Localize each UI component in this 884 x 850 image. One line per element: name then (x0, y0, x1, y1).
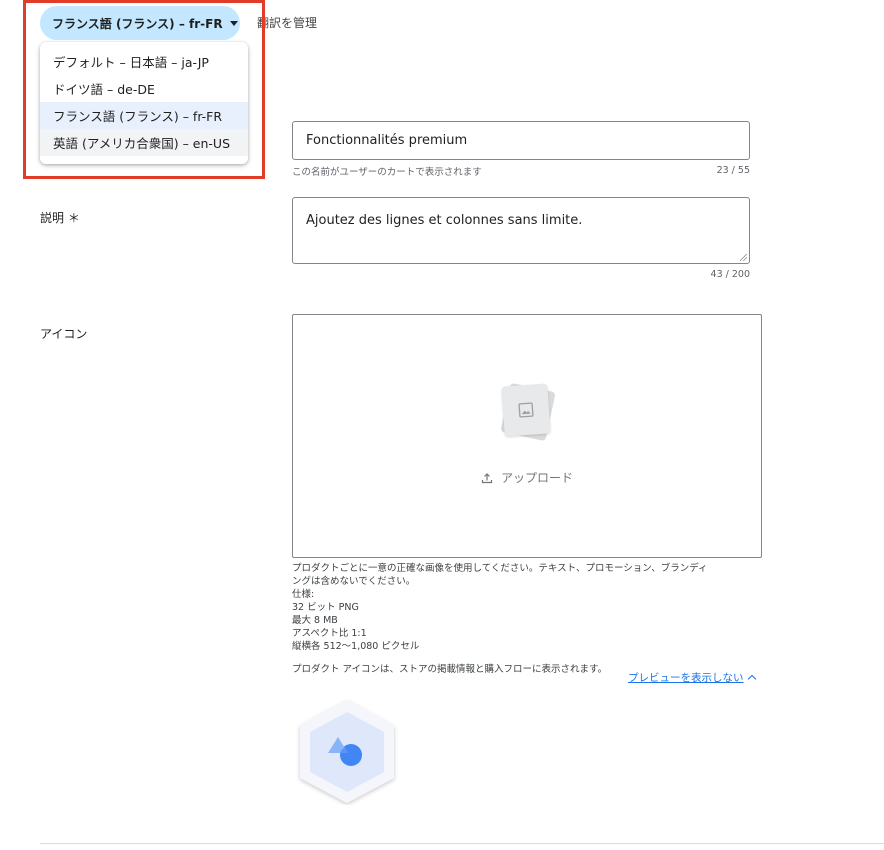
guideline-line: ングは含めないでください。 (292, 576, 416, 587)
guideline-line: 32 ビット PNG (292, 602, 359, 613)
name-helper-text: この名前がユーザーのカートで表示されます (292, 167, 482, 178)
description-char-counter: 43 / 200 (710, 269, 750, 280)
language-option-ja-jp[interactable]: デフォルト – 日本語 – ja-JP (40, 48, 248, 75)
upload-icon (481, 472, 493, 483)
icon-guidelines: プロダクトごとに一意の正確な画像を使用してください。テキスト、プロモーション、ブ… (292, 562, 762, 653)
caret-down-icon (229, 20, 238, 26)
description-label: 説明 ＊ (40, 211, 80, 225)
language-option-fr-fr[interactable]: フランス語 (フランス) – fr-FR (40, 102, 248, 129)
name-char-counter: 23 / 55 (716, 165, 750, 176)
guideline-line: 最大 8 MB (292, 615, 338, 626)
icon-label: アイコン (40, 327, 88, 341)
resize-handle-icon[interactable] (740, 254, 747, 261)
description-value: Ajoutez des lignes et colonnes sans limi… (306, 213, 583, 228)
language-selector-chip[interactable]: フランス語 (フランス) – fr-FR (40, 6, 240, 40)
upload-button-label: アップロード (501, 471, 574, 485)
name-input-value: Fonctionnalités premium (306, 133, 468, 148)
image-placeholder-icon (500, 382, 557, 443)
icon-upload-area[interactable]: アップロード (292, 314, 762, 558)
icon-preview-hexagon (294, 697, 400, 805)
section-divider (40, 843, 884, 844)
name-input[interactable]: Fonctionnalités premium (292, 121, 750, 160)
upload-button[interactable]: アップロード (481, 469, 573, 486)
hide-preview-label: プレビューを表示しない (628, 672, 744, 684)
language-selector-label: フランス語 (フランス) – fr-FR (52, 16, 223, 31)
guideline-line: アスペクト比 1:1 (292, 628, 367, 639)
guideline-line: 仕様: (292, 589, 315, 600)
guideline-line: 縦横各 512〜1,080 ピクセル (292, 641, 420, 652)
manage-translations-link[interactable]: 翻訳を管理 (257, 14, 317, 31)
guideline-line: プロダクトごとに一意の正確な画像を使用してください。テキスト、プロモーション、ブ… (292, 563, 708, 574)
description-textarea[interactable]: Ajoutez des lignes et colonnes sans limi… (292, 197, 750, 264)
language-option-en-us[interactable]: 英語 (アメリカ合衆国) – en-US (40, 129, 248, 156)
hide-preview-toggle[interactable]: プレビューを表示しない (628, 670, 756, 685)
language-dropdown-menu: デフォルト – 日本語 – ja-JP ドイツ語 – de-DE フランス語 (… (40, 42, 248, 164)
preview-note: プロダクト アイコンは、ストアの掲載情報と購入フローに表示されます。 (292, 664, 608, 675)
chevron-up-icon (747, 674, 756, 684)
language-option-de-de[interactable]: ドイツ語 – de-DE (40, 75, 248, 102)
